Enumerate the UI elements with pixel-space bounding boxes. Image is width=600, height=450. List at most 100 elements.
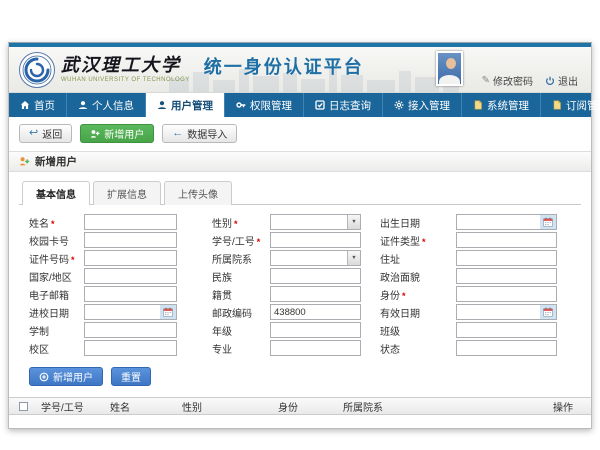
id-number-input[interactable] xyxy=(84,250,177,266)
user-table: 学号/工号姓名性别身份所属院系操作 xyxy=(9,397,591,428)
id-type-label-text: 证件类型 xyxy=(380,237,420,248)
select-all-checkbox[interactable] xyxy=(19,402,28,411)
page-icon xyxy=(473,100,483,110)
nav-item-label: 用户管理 xyxy=(171,98,213,113)
add-user-toolbar-label: 新增用户 xyxy=(104,126,144,141)
nav-item-label: 权限管理 xyxy=(250,98,292,113)
department-select[interactable]: ▼ xyxy=(270,250,361,266)
university-name-en: WUHAN UNIVERSITY OF TECHNOLOGY xyxy=(61,77,190,83)
tab-extended-info[interactable]: 扩展信息 xyxy=(93,181,161,205)
calendar-icon[interactable] xyxy=(540,215,556,229)
add-user-icon xyxy=(90,129,100,139)
birth-date-label: 出生日期 xyxy=(380,215,456,230)
native-place-label-text: 籍贯 xyxy=(212,291,232,302)
grade-label-text: 年级 xyxy=(212,327,232,338)
nav-item-home[interactable]: 首页 xyxy=(9,93,67,117)
valid-date-label-text: 有效日期 xyxy=(380,309,420,320)
main-nav: 首页个人信息用户管理权限管理日志查询接入管理系统管理订阅管理 xyxy=(9,93,591,117)
identity-label: 身份* xyxy=(380,287,456,302)
study-length-label: 学制 xyxy=(29,323,84,338)
nav-item-label: 接入管理 xyxy=(408,98,450,113)
university-logo-icon xyxy=(18,51,56,89)
ethnicity-label-text: 民族 xyxy=(212,273,232,284)
gender-select[interactable]: ▼ xyxy=(270,214,361,230)
native-place-input[interactable] xyxy=(270,286,361,302)
tab-upload-avatar[interactable]: 上传头像 xyxy=(164,181,232,205)
calendar-icon[interactable] xyxy=(540,305,556,319)
identity-input[interactable] xyxy=(456,286,557,302)
campus-input[interactable] xyxy=(84,340,177,356)
home-icon xyxy=(20,100,30,110)
status-label: 状态 xyxy=(380,341,456,356)
postal-code-label-text: 邮政编码 xyxy=(212,309,252,320)
email-input[interactable] xyxy=(84,286,177,302)
nav-item-permission-management[interactable]: 权限管理 xyxy=(225,93,304,117)
ethnicity-label: 民族 xyxy=(212,269,270,284)
status-input[interactable] xyxy=(456,340,557,356)
political-status-input[interactable] xyxy=(456,268,557,284)
required-marker: * xyxy=(51,219,55,229)
campus-label-text: 校区 xyxy=(29,345,49,356)
id-type-input[interactable] xyxy=(456,232,557,248)
form-actions: 新增用户 重置 xyxy=(29,367,591,386)
birth-date-date-input[interactable] xyxy=(456,214,557,230)
name-input[interactable] xyxy=(84,214,177,230)
major-input[interactable] xyxy=(270,340,361,356)
enroll-date-date-input[interactable] xyxy=(84,304,177,320)
nav-item-subscription-management[interactable]: 订阅管理 xyxy=(541,93,600,117)
birth-date-label-text: 出生日期 xyxy=(380,219,420,230)
study-length-input[interactable] xyxy=(84,322,177,338)
gender-label: 性别* xyxy=(212,215,270,230)
required-marker: * xyxy=(257,237,261,247)
grade-input[interactable] xyxy=(270,322,361,338)
form-tabs: 基本信息扩展信息上传头像 xyxy=(19,180,581,205)
identity-label-text: 身份 xyxy=(380,291,400,302)
study-length-label-text: 学制 xyxy=(29,327,49,338)
table-header-identity: 身份 xyxy=(274,399,339,414)
ethnicity-input[interactable] xyxy=(270,268,361,284)
student-id-input[interactable] xyxy=(270,232,361,248)
name-label: 姓名* xyxy=(29,215,84,230)
valid-date-date-input[interactable] xyxy=(456,304,557,320)
logout-link[interactable]: 退出 xyxy=(545,73,578,88)
add-user-toolbar-button[interactable]: 新增用户 xyxy=(80,124,154,143)
table-header-gender: 性别 xyxy=(178,399,274,414)
address-label-text: 住址 xyxy=(380,255,400,266)
new-user-section-icon xyxy=(19,156,30,167)
submit-add-user-button[interactable]: 新增用户 xyxy=(29,367,103,386)
postal-code-input[interactable] xyxy=(270,304,361,320)
campus-card-input[interactable] xyxy=(84,232,177,248)
nav-item-personal-info[interactable]: 个人信息 xyxy=(67,93,146,117)
country-region-label-text: 国家/地区 xyxy=(29,273,72,284)
nav-item-log-query[interactable]: 日志查询 xyxy=(304,93,383,117)
class-label: 班级 xyxy=(380,323,456,338)
required-marker: * xyxy=(402,291,406,301)
change-password-link[interactable]: ✎ 修改密码 xyxy=(482,73,533,88)
circle-plus-icon xyxy=(39,372,49,382)
email-label-text: 电子邮箱 xyxy=(29,291,69,302)
dropdown-arrow-icon[interactable]: ▼ xyxy=(347,215,360,229)
department-label-text: 所属院系 xyxy=(212,255,252,266)
reset-button[interactable]: 重置 xyxy=(111,367,151,386)
email-label: 电子邮箱 xyxy=(29,287,84,302)
header: 武汉理工大学 WUHAN UNIVERSITY OF TECHNOLOGY 统一… xyxy=(9,47,591,93)
tab-basic-info[interactable]: 基本信息 xyxy=(22,181,90,205)
country-region-input[interactable] xyxy=(84,268,177,284)
toolbar: ↩ 返回 新增用户 ← 数据导入 xyxy=(9,117,591,152)
submit-add-user-label: 新增用户 xyxy=(53,369,93,384)
address-input[interactable] xyxy=(456,250,557,266)
back-button[interactable]: ↩ 返回 xyxy=(19,124,72,143)
nav-item-system-management[interactable]: 系统管理 xyxy=(462,93,541,117)
calendar-icon[interactable] xyxy=(160,305,176,319)
valid-date-label: 有效日期 xyxy=(380,305,456,320)
change-password-label: 修改密码 xyxy=(493,73,533,88)
class-input[interactable] xyxy=(456,322,557,338)
data-import-button[interactable]: ← 数据导入 xyxy=(162,124,237,143)
user-table-empty-area xyxy=(9,415,591,428)
log-icon xyxy=(315,100,325,110)
section-title: 新增用户 xyxy=(35,154,77,169)
user-avatar[interactable] xyxy=(436,51,463,86)
dropdown-arrow-icon[interactable]: ▼ xyxy=(347,251,360,265)
nav-item-user-management[interactable]: 用户管理 xyxy=(146,93,225,117)
nav-item-access-management[interactable]: 接入管理 xyxy=(383,93,462,117)
